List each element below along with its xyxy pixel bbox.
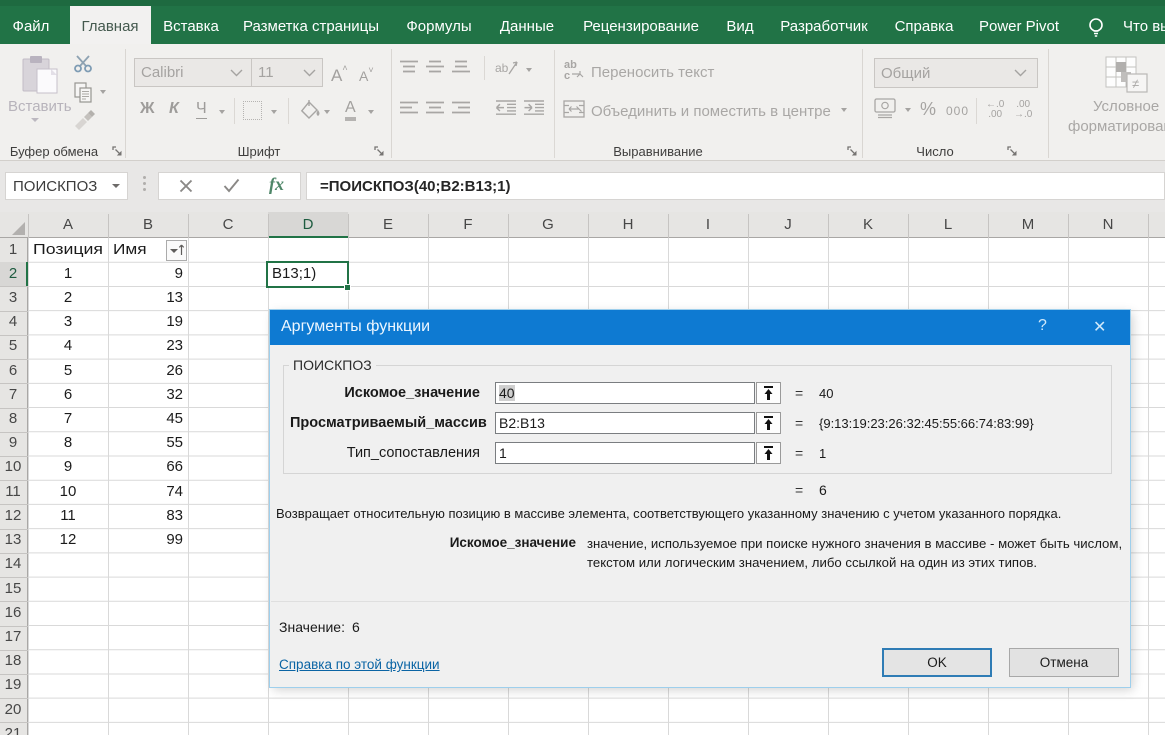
svg-text:c: c xyxy=(564,70,570,82)
svg-text:≠: ≠ xyxy=(1132,76,1139,91)
svg-text:ab: ab xyxy=(495,61,509,75)
